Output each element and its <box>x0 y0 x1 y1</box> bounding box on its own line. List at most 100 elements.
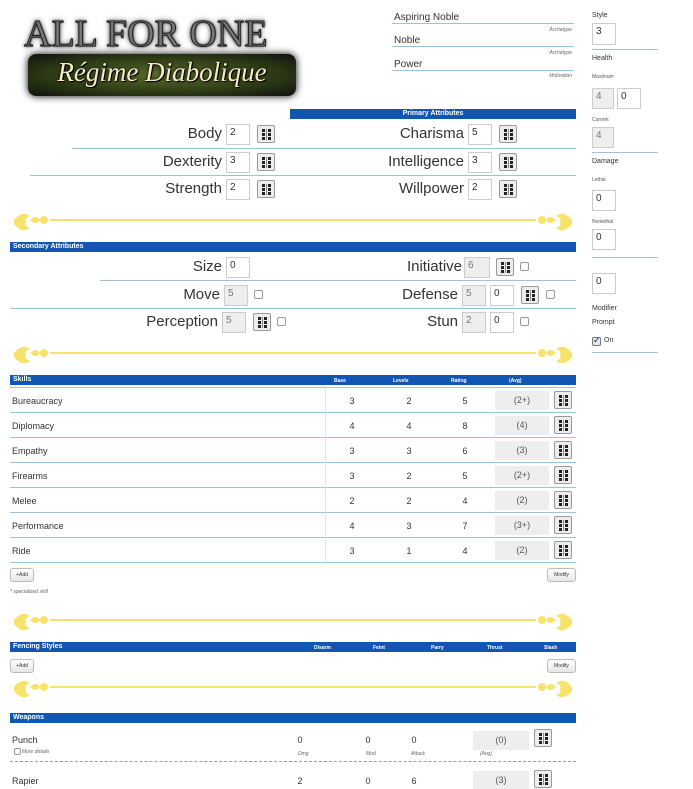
perception-checkbox[interactable] <box>277 317 286 326</box>
dice-icon[interactable] <box>521 286 539 304</box>
defense-label: Defense <box>402 286 458 303</box>
column-rating: Rating <box>451 378 467 384</box>
column-parry: Parry <box>431 645 444 651</box>
initiative-checkbox[interactable] <box>520 262 529 271</box>
body-input[interactable]: 2 <box>226 124 250 145</box>
current-label: Current <box>592 117 609 123</box>
dice-icon[interactable] <box>534 729 552 747</box>
weapon-name: Punch <box>12 735 38 745</box>
move-checkbox[interactable] <box>254 290 263 299</box>
column-divider <box>325 487 326 512</box>
defense-extra-input[interactable]: 0 <box>490 285 514 306</box>
column-divider <box>325 387 326 412</box>
modify-skills-button[interactable]: Modify <box>547 568 576 582</box>
stun-extra-input[interactable]: 0 <box>490 312 514 333</box>
mod-caption: Mod <box>366 751 376 757</box>
fencing-styles-header: Fencing Styles Disarm Feint Parry Thrust… <box>10 642 576 652</box>
dice-icon[interactable] <box>499 153 517 171</box>
skills-title: Skills <box>13 376 32 383</box>
dice-icon[interactable] <box>257 153 275 171</box>
weapon-avg: (0) <box>473 731 529 750</box>
specialized-skill-note: * specialized skill <box>10 589 48 595</box>
max-health-value: 4 <box>592 88 614 109</box>
check-icon: ✓ <box>593 335 601 345</box>
stun-checkbox[interactable] <box>520 317 529 326</box>
dice-icon[interactable] <box>554 441 572 459</box>
skill-name: Diplomacy <box>12 421 55 431</box>
dice-icon[interactable] <box>253 313 271 331</box>
dice-icon[interactable] <box>499 125 517 143</box>
skill-rating: 8 <box>462 421 468 431</box>
dice-icon[interactable] <box>554 541 572 559</box>
skill-levels: 2 <box>406 496 412 506</box>
side-divider <box>592 352 658 353</box>
dice-icon[interactable] <box>554 516 572 534</box>
prompt-on-checkbox[interactable]: ✓ <box>592 335 601 346</box>
side-divider <box>592 49 658 50</box>
skill-avg: (2+) <box>495 391 549 410</box>
defense-checkbox[interactable] <box>546 290 555 299</box>
attack-caption: Attack <box>411 751 425 757</box>
strength-label: Strength <box>165 180 222 197</box>
weapon-dmg: 2 <box>297 776 303 786</box>
perception-value: 5 <box>222 312 246 333</box>
dice-icon[interactable] <box>534 770 552 788</box>
lethal-input[interactable]: 0 <box>592 190 616 211</box>
dice-icon[interactable] <box>496 258 514 276</box>
skill-name: Bureaucracy <box>12 396 63 406</box>
dice-icon[interactable] <box>554 416 572 434</box>
skill-name: Empathy <box>12 446 48 456</box>
motivation-caption: Motivation <box>549 73 572 79</box>
weapon-mod: 0 <box>365 776 371 786</box>
dice-icon[interactable] <box>257 125 275 143</box>
skill-avg: (2) <box>495 491 549 510</box>
skill-rating: 6 <box>462 446 468 456</box>
style-input[interactable]: 3 <box>592 23 616 45</box>
skill-avg: (2) <box>495 541 549 560</box>
flourish-divider <box>14 213 572 231</box>
column-divider <box>325 537 326 562</box>
strength-input[interactable]: 2 <box>226 179 250 200</box>
damage-label: Damage <box>592 158 619 165</box>
skill-levels: 2 <box>406 396 412 406</box>
max-health-extra-input[interactable]: 0 <box>617 88 641 109</box>
motivation-field[interactable]: Power <box>392 59 574 71</box>
character-name-field[interactable]: Aspiring Noble <box>392 12 574 24</box>
add-fencing-style-button[interactable]: +Add <box>10 659 34 673</box>
row-divider <box>10 437 576 438</box>
willpower-label: Willpower <box>398 180 464 197</box>
dexterity-input[interactable]: 3 <box>226 152 250 173</box>
weapon-mod: 0 <box>365 735 371 745</box>
nonlethal-input[interactable]: 0 <box>592 229 616 250</box>
column-disarm: Disarm <box>314 645 331 651</box>
more-details-checkbox[interactable] <box>14 748 21 755</box>
dice-icon[interactable] <box>554 391 572 409</box>
weapons-header: Weapons <box>10 713 576 723</box>
row-divider <box>10 462 576 463</box>
archetype-field[interactable]: Noble <box>392 35 574 47</box>
size-input[interactable]: 0 <box>226 257 250 278</box>
add-skill-button[interactable]: +Add <box>10 568 34 582</box>
weapon-divider <box>10 761 576 762</box>
flourish-divider <box>14 613 572 631</box>
dice-icon[interactable] <box>554 466 572 484</box>
skill-avg: (4) <box>495 416 549 435</box>
column-divider <box>325 437 326 462</box>
skill-name: Performance <box>12 521 64 531</box>
skill-name: Melee <box>12 496 37 506</box>
archetype-caption-top: Archetype <box>549 27 572 33</box>
skill-rating: 5 <box>462 396 468 406</box>
weapon-dmg: 0 <box>297 735 303 745</box>
dice-icon[interactable] <box>499 180 517 198</box>
intelligence-input[interactable]: 3 <box>468 152 492 173</box>
modify-fencing-styles-button[interactable]: Modify <box>547 659 576 673</box>
charisma-input[interactable]: 5 <box>468 124 492 145</box>
extra-damage-input[interactable]: 0 <box>592 273 616 294</box>
skill-base: 3 <box>349 471 355 481</box>
dice-icon[interactable] <box>257 180 275 198</box>
primary-attributes-header: Primary Attributes <box>290 109 576 119</box>
weapon-attack: 6 <box>411 776 417 786</box>
dice-icon[interactable] <box>554 491 572 509</box>
willpower-input[interactable]: 2 <box>468 179 492 200</box>
skill-name: Ride <box>12 546 31 556</box>
